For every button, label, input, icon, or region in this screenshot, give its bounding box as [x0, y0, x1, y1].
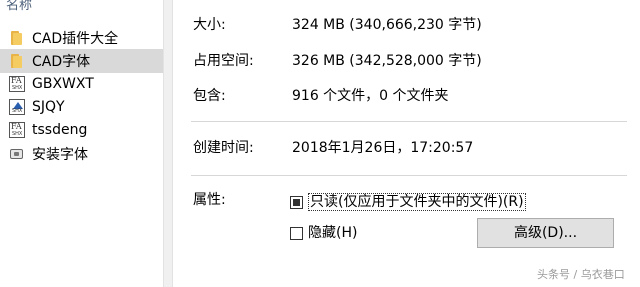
- attributes-label: 属性:: [193, 192, 226, 208]
- hidden-checkbox[interactable]: [290, 227, 303, 240]
- readonly-label[interactable]: 只读(仅应用于文件夹中的文件)(R): [308, 192, 526, 212]
- folder-icon: [9, 30, 25, 46]
- hidden-label[interactable]: 隐藏(H): [308, 223, 357, 243]
- advanced-button[interactable]: 高级(D)...: [477, 218, 614, 248]
- setup-icon: [9, 146, 25, 162]
- created-label: 创建时间:: [193, 140, 254, 156]
- column-header-name[interactable]: 名称: [6, 0, 32, 14]
- list-item-label: CAD字体: [32, 54, 91, 70]
- disk-size-label: 占用空间:: [193, 53, 254, 69]
- divider: [191, 121, 627, 122]
- shape-file-icon: SHX: [9, 99, 25, 115]
- list-item[interactable]: 安装字体: [0, 142, 163, 166]
- size-value: 324 MB (340,666,230 字节): [292, 17, 482, 33]
- list-item[interactable]: CAD插件大全: [0, 26, 163, 50]
- file-list-pane: 名称 CAD插件大全 CAD字体 FA SHX GBXWXT SHX SJQY F…: [0, 0, 163, 287]
- readonly-checkbox[interactable]: [290, 196, 303, 209]
- list-item[interactable]: FA SHX tssdeng: [0, 118, 163, 142]
- list-item-label: GBXWXT: [32, 76, 94, 92]
- watermark: 头条号 / 乌衣巷口: [537, 268, 625, 281]
- size-label: 大小:: [193, 17, 226, 33]
- created-value: 2018年1月26日，17:20:57: [292, 140, 474, 156]
- folder-icon: [9, 53, 25, 69]
- list-item[interactable]: SHX SJQY: [0, 95, 163, 119]
- divider: [191, 175, 627, 176]
- list-item-label: 安装字体: [32, 147, 88, 163]
- pane-splitter[interactable]: [163, 0, 173, 287]
- list-item[interactable]: CAD字体: [0, 49, 163, 73]
- list-item-label: SJQY: [32, 99, 65, 115]
- disk-size-value: 326 MB (342,528,000 字节): [292, 53, 482, 69]
- contains-label: 包含:: [193, 88, 226, 104]
- list-item[interactable]: FA SHX GBXWXT: [0, 72, 163, 96]
- font-file-icon: FA SHX: [9, 122, 25, 138]
- properties-pane: 大小: 324 MB (340,666,230 字节) 占用空间: 326 MB…: [173, 0, 640, 287]
- list-item-label: tssdeng: [32, 122, 88, 138]
- list-item-label: CAD插件大全: [32, 31, 119, 47]
- font-file-icon: FA SHX: [9, 76, 25, 92]
- readonly-label-text: 只读(仅应用于文件夹中的文件)(R): [308, 193, 526, 211]
- contains-value: 916 个文件，0 个文件夹: [292, 88, 449, 104]
